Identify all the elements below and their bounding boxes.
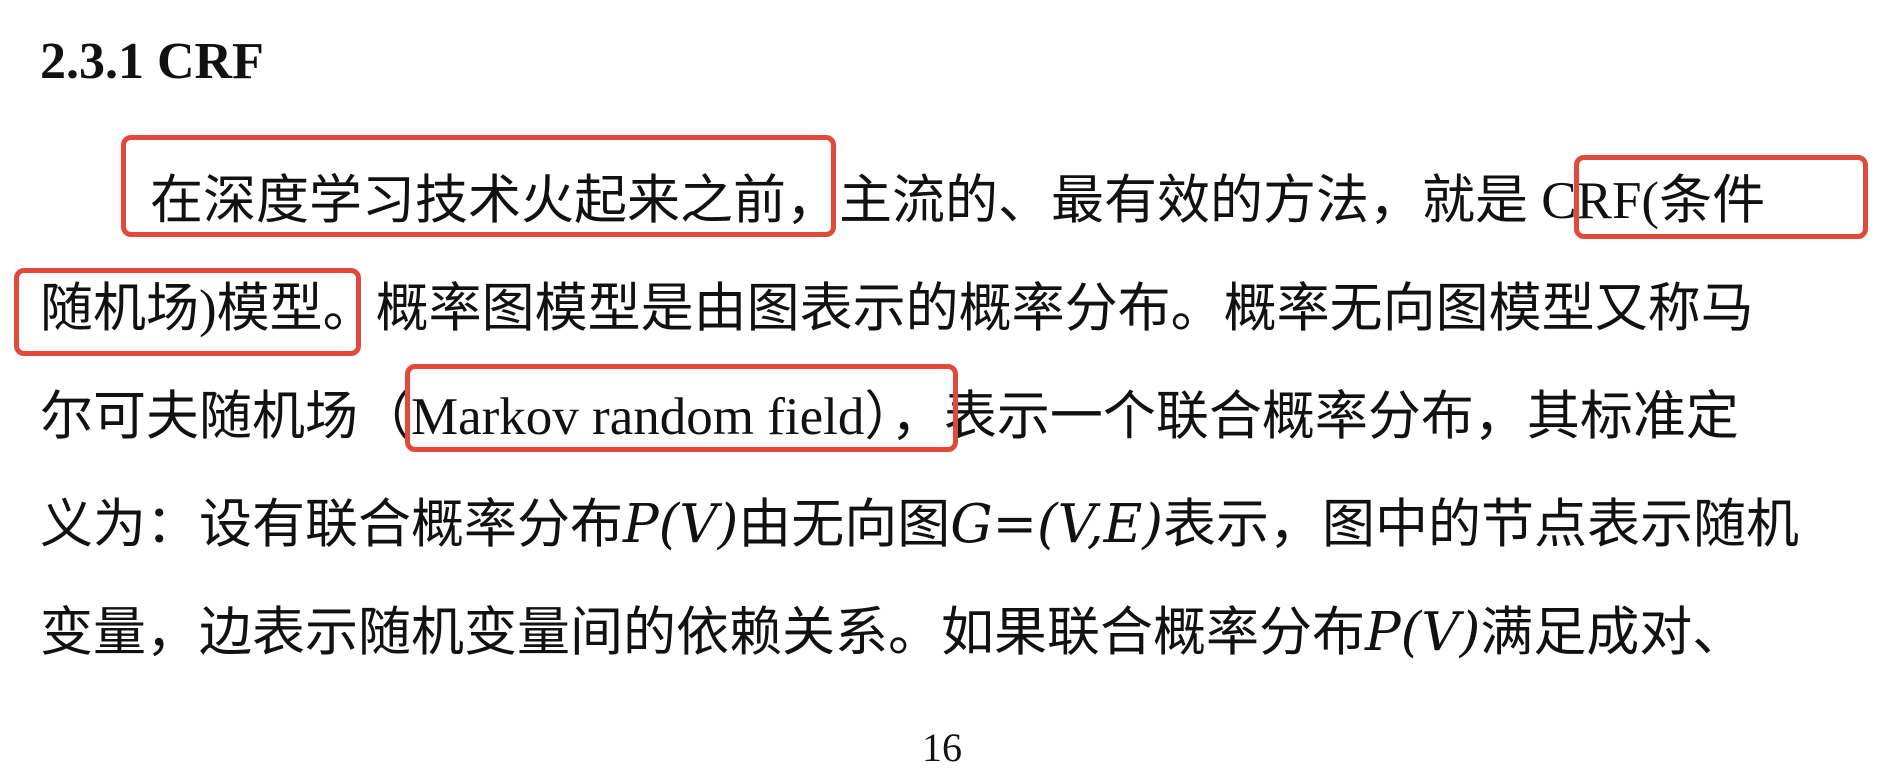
line-5-text-a: 变量，边表示随机变量间的依赖关系。如果联合概率分布 — [40, 604, 1365, 662]
math-p-of-v-2: P(V) — [1365, 602, 1481, 663]
math-p-of-v: P(V) — [623, 494, 739, 555]
paragraph-line-4: 义为：设有联合概率分布P(V)由无向图G=(V,E)表示，图中的节点表示随机 — [40, 480, 1799, 570]
paragraph-line-5: 变量，边表示随机变量间的依赖关系。如果联合概率分布P(V)满足成对、 — [40, 588, 1745, 678]
highlight-box-crf-term — [1574, 155, 1868, 239]
line-5-text-b: 满足成对、 — [1480, 604, 1746, 662]
math-graph-definition: G=(V,E) — [950, 494, 1163, 555]
highlight-box-markov-random-field — [405, 364, 958, 452]
line-4-text-b: 由无向图 — [738, 496, 951, 554]
line-4-text-c: 表示，图中的节点表示随机 — [1162, 496, 1799, 554]
section-heading: 2.3.1 CRF — [40, 33, 264, 90]
line-4-text-a: 义为：设有联合概率分布 — [40, 496, 623, 554]
highlight-box-before-deep-learning — [121, 135, 836, 237]
document-page: 2.3.1 CRF 在深度学习技术火起来之前，主流的、最有效的方法，就是 CRF… — [0, 0, 1884, 780]
page-number: 16 — [922, 725, 962, 770]
highlight-box-random-field-model — [14, 268, 361, 356]
